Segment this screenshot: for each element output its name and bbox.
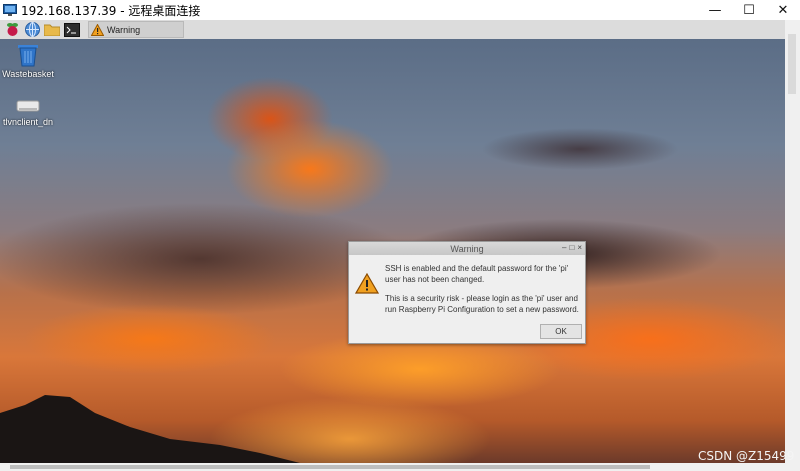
horizontal-scrollbar[interactable]: [0, 463, 785, 471]
terminal-icon[interactable]: [64, 22, 80, 38]
minimize-button[interactable]: —: [698, 0, 732, 20]
raspberry-icon[interactable]: [4, 22, 20, 38]
desktop-icon-wastebasket[interactable]: Wastebasket: [0, 43, 58, 79]
file-manager-icon[interactable]: [44, 22, 60, 38]
maximize-button[interactable]: ☐: [732, 0, 766, 20]
warning-icon: [355, 273, 379, 294]
vertical-scrollbar[interactable]: [785, 20, 800, 471]
desktop-icon-label: Wastebasket: [2, 69, 54, 79]
taskbar-warning-task[interactable]: Warning: [88, 21, 184, 38]
desktop-icon-usb-drive[interactable]: tlvnclient_dn: [0, 97, 58, 127]
message-line-2: This is a security risk - please login a…: [385, 294, 579, 314]
remote-desktop-titlebar: 192.168.137.39 - 远程桌面连接 — ☐ ✕: [0, 0, 800, 20]
mountain-silhouette: [0, 395, 300, 463]
scrollbar-thumb[interactable]: [788, 34, 796, 94]
warning-dialog: Warning – □ × SSH is enabled and the def…: [348, 241, 586, 344]
message-line-1: SSH is enabled and the default password …: [385, 264, 569, 284]
web-browser-icon[interactable]: [24, 22, 40, 38]
ok-button[interactable]: OK: [540, 324, 582, 339]
watermark: CSDN @Z15499: [698, 449, 795, 463]
dialog-titlebar[interactable]: Warning – □ ×: [349, 242, 585, 255]
close-button[interactable]: ✕: [766, 0, 800, 20]
drive-icon: [16, 100, 40, 112]
pi-taskbar: Warning: [0, 20, 790, 40]
warning-icon: [91, 23, 104, 36]
remote-desktop-icon: [3, 4, 17, 16]
dialog-close-button[interactable]: ×: [577, 243, 582, 253]
dialog-title: Warning: [450, 243, 484, 254]
wastebasket-icon: [18, 45, 38, 67]
dialog-message: SSH is enabled and the default password …: [385, 263, 580, 323]
dialog-maximize-button[interactable]: □: [569, 243, 574, 253]
scrollbar-thumb[interactable]: [10, 465, 650, 469]
desktop-icon-label: tlvnclient_dn: [2, 117, 54, 127]
task-label: Warning: [107, 24, 141, 35]
dialog-minimize-button[interactable]: –: [562, 243, 566, 253]
window-title: 192.168.137.39 - 远程桌面连接: [21, 3, 201, 18]
